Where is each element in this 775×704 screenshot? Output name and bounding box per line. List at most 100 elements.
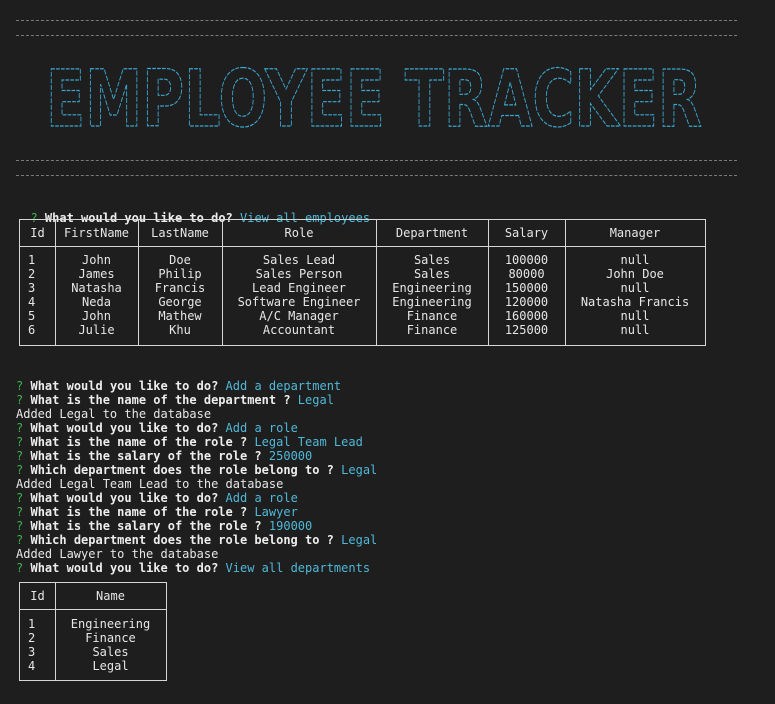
prompt-answer[interactable]: Legal [341, 463, 377, 477]
table-cell: Sales Lead [262, 253, 336, 267]
column-header: LastName [151, 226, 209, 240]
prompt-line: ? What would you like to do? Add a role [16, 421, 298, 435]
prompt-answer[interactable]: Legal Team Lead [254, 435, 362, 449]
table-cell: 100000 [504, 253, 549, 267]
prompt-question: What is the salary of the role ? [30, 449, 262, 463]
prompt-line: ? What would you like to do? View all de… [16, 561, 370, 575]
prompt-marker: ? [16, 393, 24, 407]
prompt-question: What is the name of the role ? [30, 505, 248, 519]
table-cell: Finance [406, 309, 458, 323]
prompt-question: What would you like to do? [30, 379, 219, 393]
prompt-question: What would you like to do? [30, 561, 219, 575]
prompt-marker: ? [16, 491, 24, 505]
prompt-line: ? What is the name of the role ? Legal T… [16, 435, 363, 449]
prompt-question: What is the salary of the role ? [30, 519, 262, 533]
prompt-answer[interactable]: 250000 [269, 449, 312, 463]
prompt-marker: ? [16, 449, 24, 463]
separator-rule [16, 160, 737, 161]
table-cell: John Doe [606, 267, 664, 281]
table-cell: Khu [169, 323, 191, 337]
prompt-question: Which department does the role belong to… [30, 463, 334, 477]
table-cell: Natasha Francis [580, 295, 690, 309]
table-cell: 6 [28, 323, 36, 337]
output-line: Added Legal Team Lead to the database [16, 477, 284, 491]
column-header: Manager [609, 226, 661, 240]
table-cell: 150000 [504, 281, 549, 295]
prompt-marker: ? [16, 519, 24, 533]
table-cell: Sales [413, 267, 451, 281]
table-cell: 1 [28, 617, 36, 631]
table-cell: Mathew [158, 309, 202, 323]
table-cell: Engineering [392, 295, 472, 309]
prompt-answer[interactable]: Add a role [226, 491, 298, 505]
prompt-line: ? What is the name of the role ? Lawyer [16, 505, 298, 519]
prompt-question: What is the name of the department ? [30, 393, 291, 407]
table-cell: 2 [28, 631, 36, 645]
column-header: FirstName [63, 226, 130, 240]
prompt-answer[interactable]: View all departments [226, 561, 371, 575]
prompt-line: ? What would you like to do? Add a depar… [16, 379, 341, 393]
prompt-line: ? What is the salary of the role ? 19000… [16, 519, 312, 533]
table-cell: 120000 [504, 295, 549, 309]
prompt-marker: ? [16, 435, 24, 449]
table-cell: 5 [28, 309, 36, 323]
table-cell: null [620, 323, 650, 337]
prompt-answer[interactable]: Legal [341, 533, 377, 547]
prompt-marker: ? [16, 463, 24, 477]
banner-title: EMPLOYEE TRACKER [45, 54, 702, 140]
table-cell: Sales [92, 645, 129, 659]
table-cell: null [620, 281, 650, 295]
table-cell: Finance [406, 323, 458, 337]
table-cell: Accountant [262, 323, 336, 337]
column-header: Salary [504, 226, 549, 240]
table-cell: Doe [169, 253, 191, 267]
table-cell: Natasha [71, 281, 122, 295]
table-cell: null [620, 253, 650, 267]
prompt-question: What would you like to do? [30, 421, 219, 435]
column-header: Name [96, 589, 125, 603]
separator-rule [16, 35, 737, 36]
table-cell: 2 [28, 267, 36, 281]
prompt-marker: ? [16, 379, 24, 393]
table-cell: Julie [78, 323, 115, 337]
prompt-answer[interactable]: 190000 [269, 519, 312, 533]
prompt-answer[interactable]: Lawyer [254, 505, 297, 519]
prompt-marker: ? [16, 561, 24, 575]
prompt-answer[interactable]: Legal [298, 393, 334, 407]
table-cell: Sales Person [255, 267, 343, 281]
prompt-line: ? Which department does the role belong … [16, 463, 377, 477]
prompt-answer[interactable]: Add a department [226, 379, 342, 393]
table-cell: 4 [28, 295, 36, 309]
table-cell: Philip [158, 267, 202, 281]
column-header: Department [395, 226, 469, 240]
table-cell: Francis [154, 281, 206, 295]
table-cell: 3 [28, 281, 36, 295]
table-cell: 125000 [504, 323, 549, 337]
table-cell: John [82, 309, 111, 323]
table-cell: 160000 [504, 309, 549, 323]
table-cell: 4 [28, 659, 36, 673]
prompt-answer[interactable]: Add a role [226, 421, 298, 435]
prompt-line: ? What is the name of the department ? L… [16, 393, 334, 407]
table-cell: null [620, 309, 650, 323]
header-divider [20, 609, 166, 610]
banner-text: EMPLOYEE TRACKER [46, 55, 702, 140]
table-cell: Engineering [70, 617, 151, 631]
employees-table: Id FirstName LastName Role Department Salary M… [19, 219, 706, 346]
table-cell: Neda [82, 295, 111, 309]
table-cell: Lead Engineer [252, 281, 346, 295]
table-cell: Finance [85, 631, 136, 645]
prompt-question: What is the name of the role ? [30, 435, 248, 449]
table-cell: James [78, 267, 115, 281]
prompt-line: ? Which department does the role belong … [16, 533, 377, 547]
departments-table: Id Name 1 Engineering 2 Finance 3 Sales 4 Legal [19, 582, 167, 681]
table-cell: A/C Manager [259, 309, 339, 323]
table-cell: 80000 [508, 267, 545, 281]
table-cell: Legal [92, 659, 129, 673]
prompt-question: Which department does the role belong to… [30, 533, 334, 547]
prompt-marker: ? [16, 533, 24, 547]
column-header: Id [30, 589, 45, 603]
table-cell: 1 [28, 253, 36, 267]
prompt-line: ? What would you like to do? View all em… [16, 197, 370, 225]
table-cell: John [82, 253, 111, 267]
